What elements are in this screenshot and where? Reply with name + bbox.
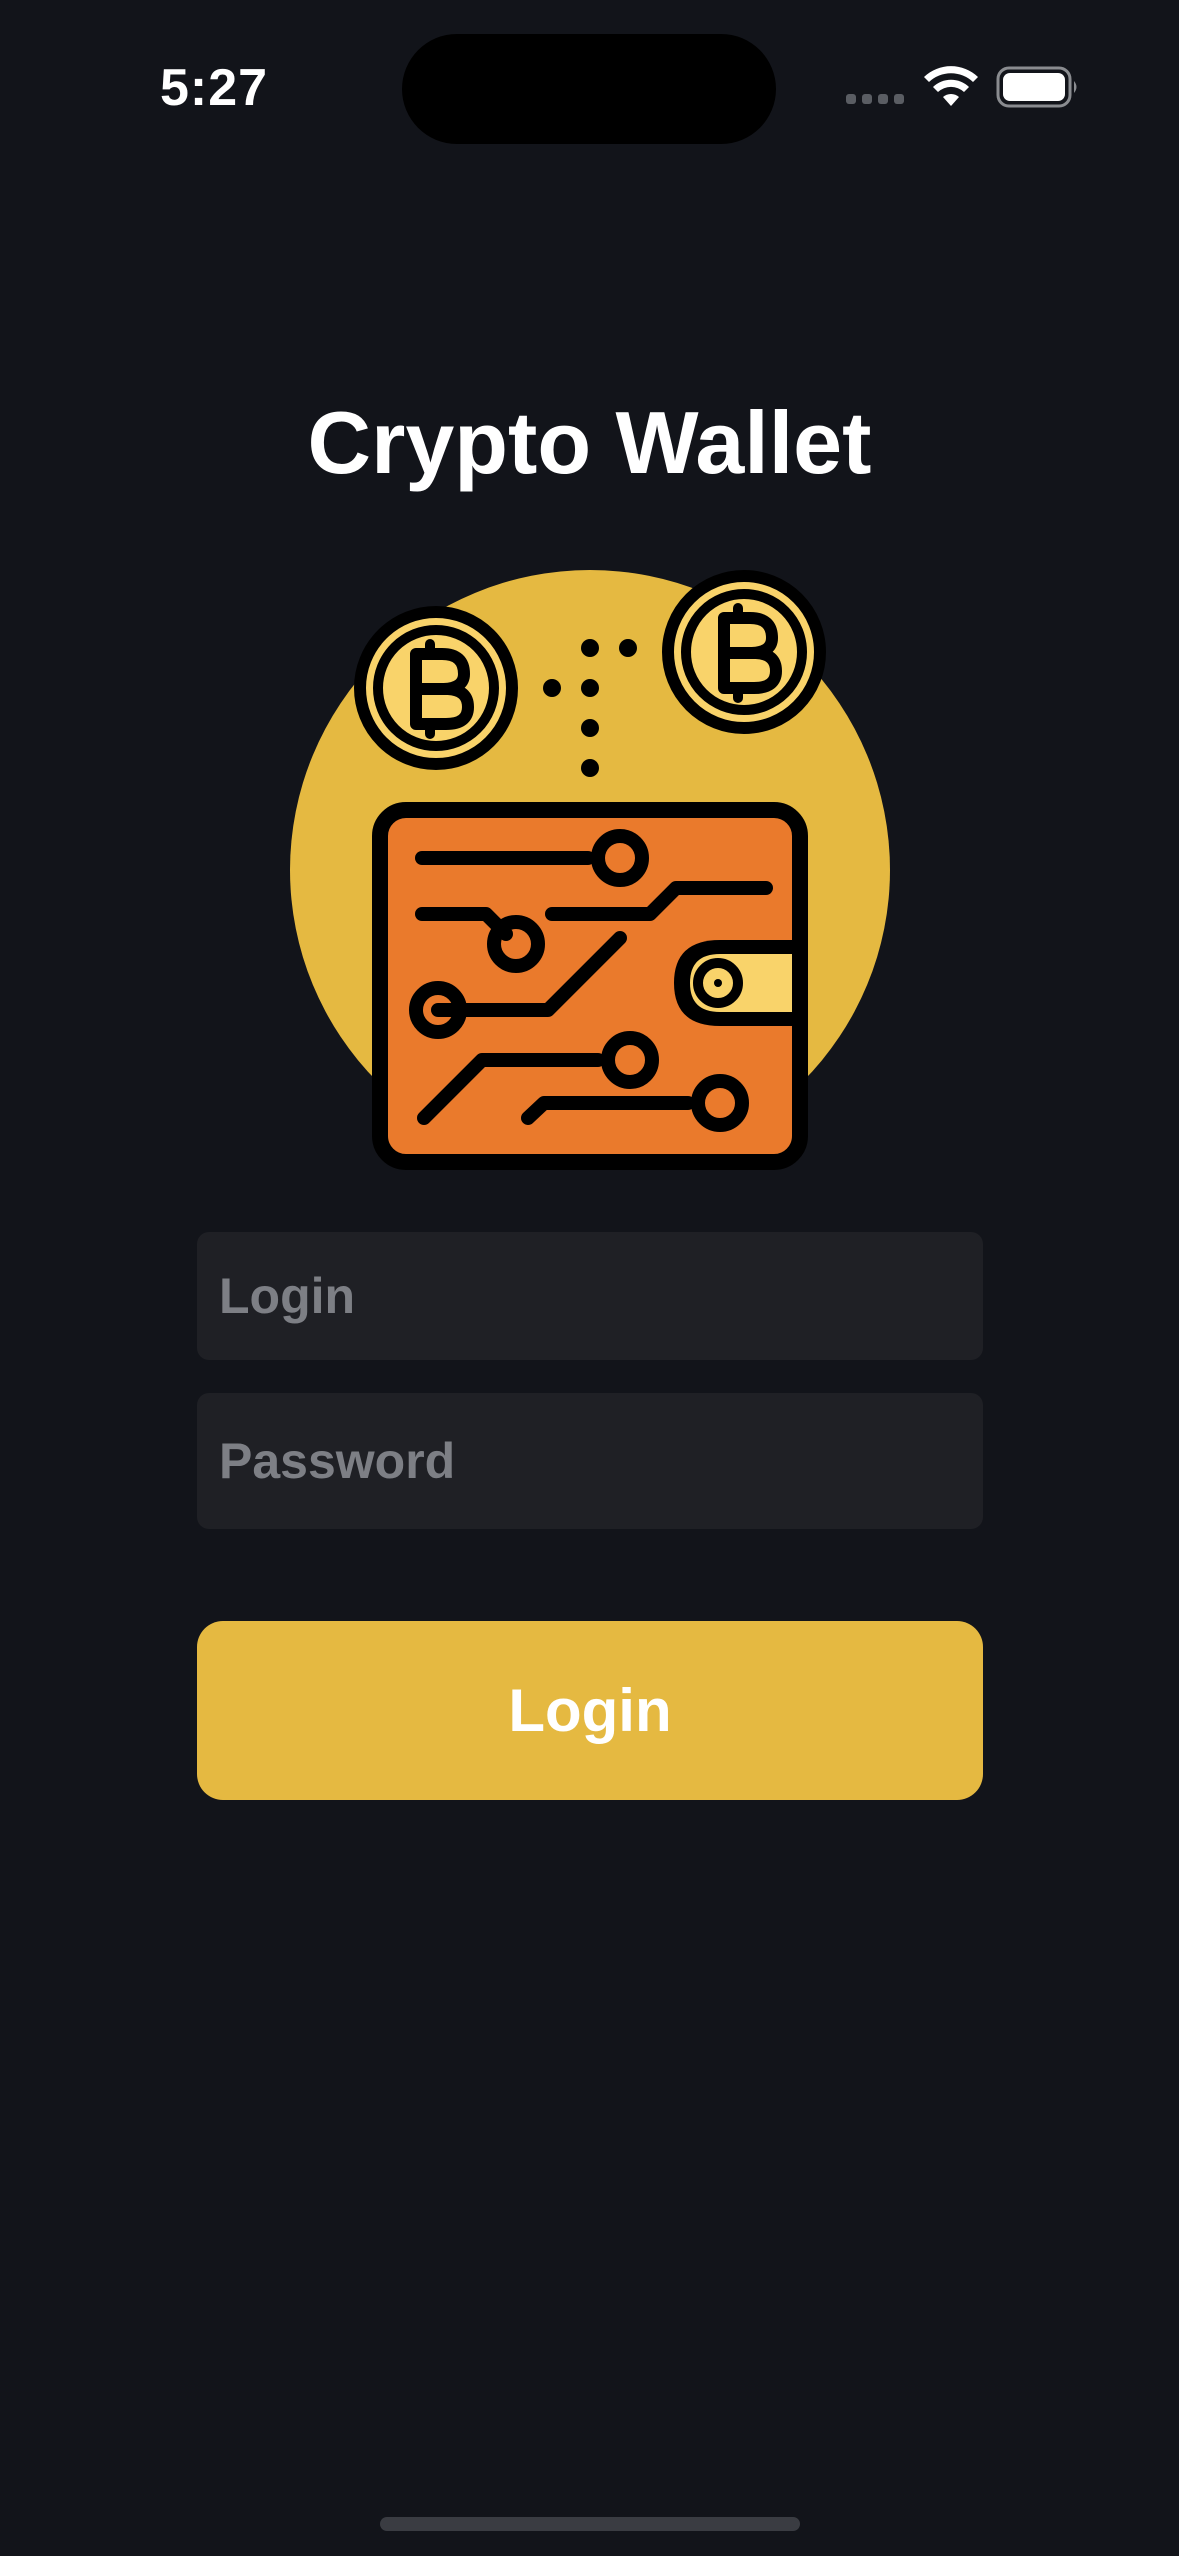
password-input[interactable] (197, 1393, 983, 1529)
bitcoin-coin-right-icon (662, 570, 826, 734)
signal-dots-icon (846, 94, 904, 104)
login-input[interactable] (197, 1232, 983, 1360)
wallet-body (372, 802, 808, 1170)
status-bar-time: 5:27 (160, 59, 269, 117)
battery-icon (996, 66, 1077, 108)
login-button[interactable]: Login (197, 1621, 983, 1800)
home-indicator[interactable] (380, 2517, 800, 2531)
dynamic-island (402, 34, 776, 144)
wifi-icon (924, 66, 978, 106)
crypto-wallet-illustration (290, 570, 890, 1170)
page-title: Crypto Wallet (307, 393, 872, 492)
bitcoin-coin-left-icon (354, 606, 518, 770)
